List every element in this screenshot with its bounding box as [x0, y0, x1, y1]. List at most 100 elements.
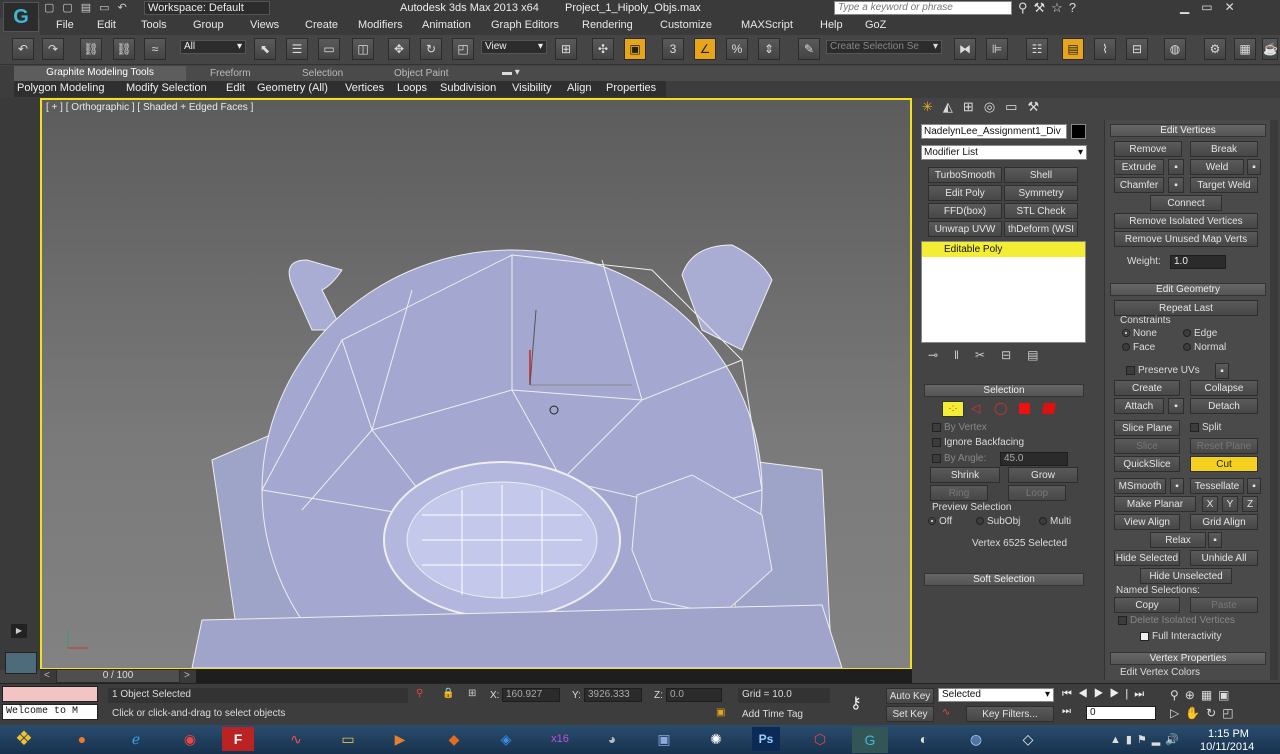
- object-color-swatch[interactable]: [1071, 124, 1086, 139]
- edit-poly-button[interactable]: Edit Poly: [928, 185, 1002, 201]
- vertex-mode-icon[interactable]: ·:·: [942, 401, 964, 417]
- curve-editor-icon[interactable]: ⌇: [1094, 38, 1116, 60]
- viewport-label[interactable]: [ + ] [ Orthographic ] [ Shaded + Edged …: [46, 102, 253, 113]
- select-by-name-icon[interactable]: ☰: [286, 38, 308, 60]
- preserve-uvs-settings-icon[interactable]: ▪: [1215, 363, 1229, 379]
- weld-settings-icon[interactable]: ▪: [1247, 159, 1261, 175]
- polygon-mode-icon[interactable]: [1019, 403, 1030, 414]
- manipulate-icon[interactable]: ✣: [592, 38, 614, 60]
- percent-snap-icon[interactable]: %: [726, 38, 748, 60]
- undo-icon[interactable]: ↶: [12, 38, 34, 60]
- remove-isolated-button[interactable]: Remove Isolated Vertices: [1114, 213, 1258, 229]
- app-icon-orange[interactable]: ◆: [434, 725, 474, 754]
- lock-selection-icon[interactable]: ⚲: [416, 688, 423, 699]
- display-tab-icon[interactable]: ▭: [1005, 99, 1027, 114]
- ribbon-tab-selection[interactable]: Selection: [302, 68, 343, 79]
- panel-subdivision[interactable]: Subdivision: [440, 82, 496, 94]
- soft-selection-rollout-header[interactable]: Soft Selection: [924, 573, 1084, 586]
- panel-visibility[interactable]: Visibility: [512, 82, 552, 94]
- panel-vertices[interactable]: Vertices: [345, 82, 384, 94]
- grow-button[interactable]: Grow: [1008, 467, 1078, 483]
- planar-z-button[interactable]: Z: [1242, 496, 1258, 512]
- relax-settings-icon[interactable]: ▪: [1208, 532, 1222, 548]
- move-icon[interactable]: ✥: [388, 38, 410, 60]
- auto-key-button[interactable]: Auto Key: [886, 688, 934, 704]
- app-logo-icon[interactable]: G: [3, 2, 39, 32]
- app-icon-figure[interactable]: ✺: [696, 725, 736, 754]
- motion-tab-icon[interactable]: ◎: [984, 99, 1005, 114]
- ribbon-options-icon[interactable]: ▬ ▾: [502, 67, 520, 78]
- render-icon[interactable]: ☕: [1262, 38, 1278, 60]
- shell-button[interactable]: Shell: [1004, 167, 1078, 183]
- symmetry-button[interactable]: Symmetry: [1004, 185, 1078, 201]
- panel-scrollbar[interactable]: [1270, 120, 1278, 680]
- constraint-normal-radio[interactable]: Normal: [1183, 342, 1226, 353]
- ie-icon[interactable]: ℯ: [116, 725, 156, 754]
- material-editor-icon[interactable]: ◍: [1164, 38, 1186, 60]
- hide-selected-button[interactable]: Hide Selected: [1114, 550, 1180, 566]
- time-slider-handle[interactable]: 0 / 100: [56, 669, 180, 683]
- time-next-icon[interactable]: >: [184, 670, 190, 681]
- menu-views[interactable]: Views: [250, 19, 279, 34]
- create-button[interactable]: Create: [1114, 380, 1180, 396]
- msmooth-settings-icon[interactable]: ▪: [1170, 478, 1184, 494]
- remove-unused-map-button[interactable]: Remove Unused Map Verts: [1114, 231, 1258, 247]
- maxscript-listener-top[interactable]: [2, 686, 98, 702]
- menu-tools[interactable]: Tools: [141, 19, 167, 34]
- attach-settings-icon[interactable]: ▪: [1168, 398, 1184, 414]
- tray-icons[interactable]: ▲▮⚑▂🔊: [1110, 733, 1184, 746]
- maxscript-listener-input[interactable]: Welcome to M: [2, 704, 98, 720]
- menu-goz[interactable]: GoZ: [865, 19, 886, 34]
- preserve-uvs-checkbox[interactable]: Preserve UVs: [1126, 365, 1200, 376]
- selection-rollout-header[interactable]: Selection: [924, 384, 1084, 397]
- create-tab-icon[interactable]: ✳: [922, 99, 943, 114]
- menu-help[interactable]: Help: [820, 19, 843, 34]
- edit-geometry-rollout-header[interactable]: Edit Geometry: [1110, 283, 1266, 296]
- vertex-properties-rollout-header[interactable]: Vertex Properties: [1110, 652, 1266, 665]
- named-selection-set-dropdown[interactable]: Create Selection Se ▾: [826, 40, 942, 54]
- panel-properties[interactable]: Properties: [606, 82, 656, 94]
- msmooth-button[interactable]: MSmooth: [1114, 478, 1166, 494]
- preview-multi-radio[interactable]: Multi: [1039, 516, 1071, 527]
- render-setup-icon[interactable]: ⚙: [1204, 38, 1226, 60]
- turbosmooth-button[interactable]: TurboSmooth: [928, 167, 1002, 183]
- preview-off-radio[interactable]: Off: [928, 516, 952, 527]
- viewport[interactable]: [ + ] [ Orthographic ] [ Shaded + Edged …: [40, 98, 912, 670]
- app-icon-globe[interactable]: ◍: [956, 725, 996, 754]
- panel-align[interactable]: Align: [567, 82, 591, 94]
- window-crossing-icon[interactable]: ◫: [352, 38, 374, 60]
- element-mode-icon[interactable]: [1042, 403, 1056, 414]
- dropbox-icon[interactable]: ◈: [486, 725, 526, 754]
- delete-isolated-checkbox[interactable]: Delete Isolated Vertices: [1118, 615, 1235, 626]
- link-icon[interactable]: ⛓: [80, 38, 102, 60]
- key-icon[interactable]: ∿: [942, 707, 950, 718]
- mirror-icon[interactable]: ⧓: [954, 38, 976, 60]
- start-button[interactable]: ❖: [4, 725, 44, 754]
- viewport-nav-icons-2[interactable]: ▷✋↻◰: [1170, 706, 1240, 720]
- app-icon-purple[interactable]: x16: [540, 725, 580, 754]
- relax-button[interactable]: Relax: [1150, 532, 1206, 548]
- utilities-tab-icon[interactable]: ⚒: [1027, 99, 1049, 114]
- repeat-last-button[interactable]: Repeat Last: [1114, 300, 1258, 316]
- quickslice-button[interactable]: QuickSlice: [1114, 456, 1180, 472]
- menu-create[interactable]: Create: [305, 19, 338, 34]
- ignore-backfacing-checkbox[interactable]: Ignore Backfacing: [932, 437, 1024, 448]
- app-icon-gimp[interactable]: ◕: [592, 725, 632, 754]
- detach-button[interactable]: Detach: [1190, 398, 1258, 414]
- select-object-icon[interactable]: ⬉: [254, 38, 276, 60]
- copy-button[interactable]: Copy: [1114, 597, 1180, 613]
- filezilla-icon[interactable]: F: [222, 727, 254, 751]
- key-mode-toggle-icon[interactable]: ⏭: [1062, 706, 1071, 717]
- rotate-icon[interactable]: ↻: [420, 38, 442, 60]
- menu-modifiers[interactable]: Modifiers: [358, 19, 403, 34]
- ref-coord-dropdown[interactable]: View ▾: [481, 40, 547, 54]
- panel-geometry[interactable]: Geometry (All): [257, 82, 328, 94]
- menu-maxscript[interactable]: MAXScript: [741, 19, 793, 34]
- ribbon-tab-object-paint[interactable]: Object Paint: [394, 68, 448, 79]
- workspace-dropdown[interactable]: Workspace: Default: [144, 1, 270, 15]
- extrude-button[interactable]: Extrude: [1114, 159, 1164, 175]
- constraint-edge-radio[interactable]: Edge: [1183, 328, 1217, 339]
- key-filters-button[interactable]: Key Filters...: [966, 706, 1054, 722]
- ribbon-tab-freeform[interactable]: Freeform: [210, 68, 251, 79]
- graphite-toggle-icon[interactable]: ▤: [1062, 38, 1084, 60]
